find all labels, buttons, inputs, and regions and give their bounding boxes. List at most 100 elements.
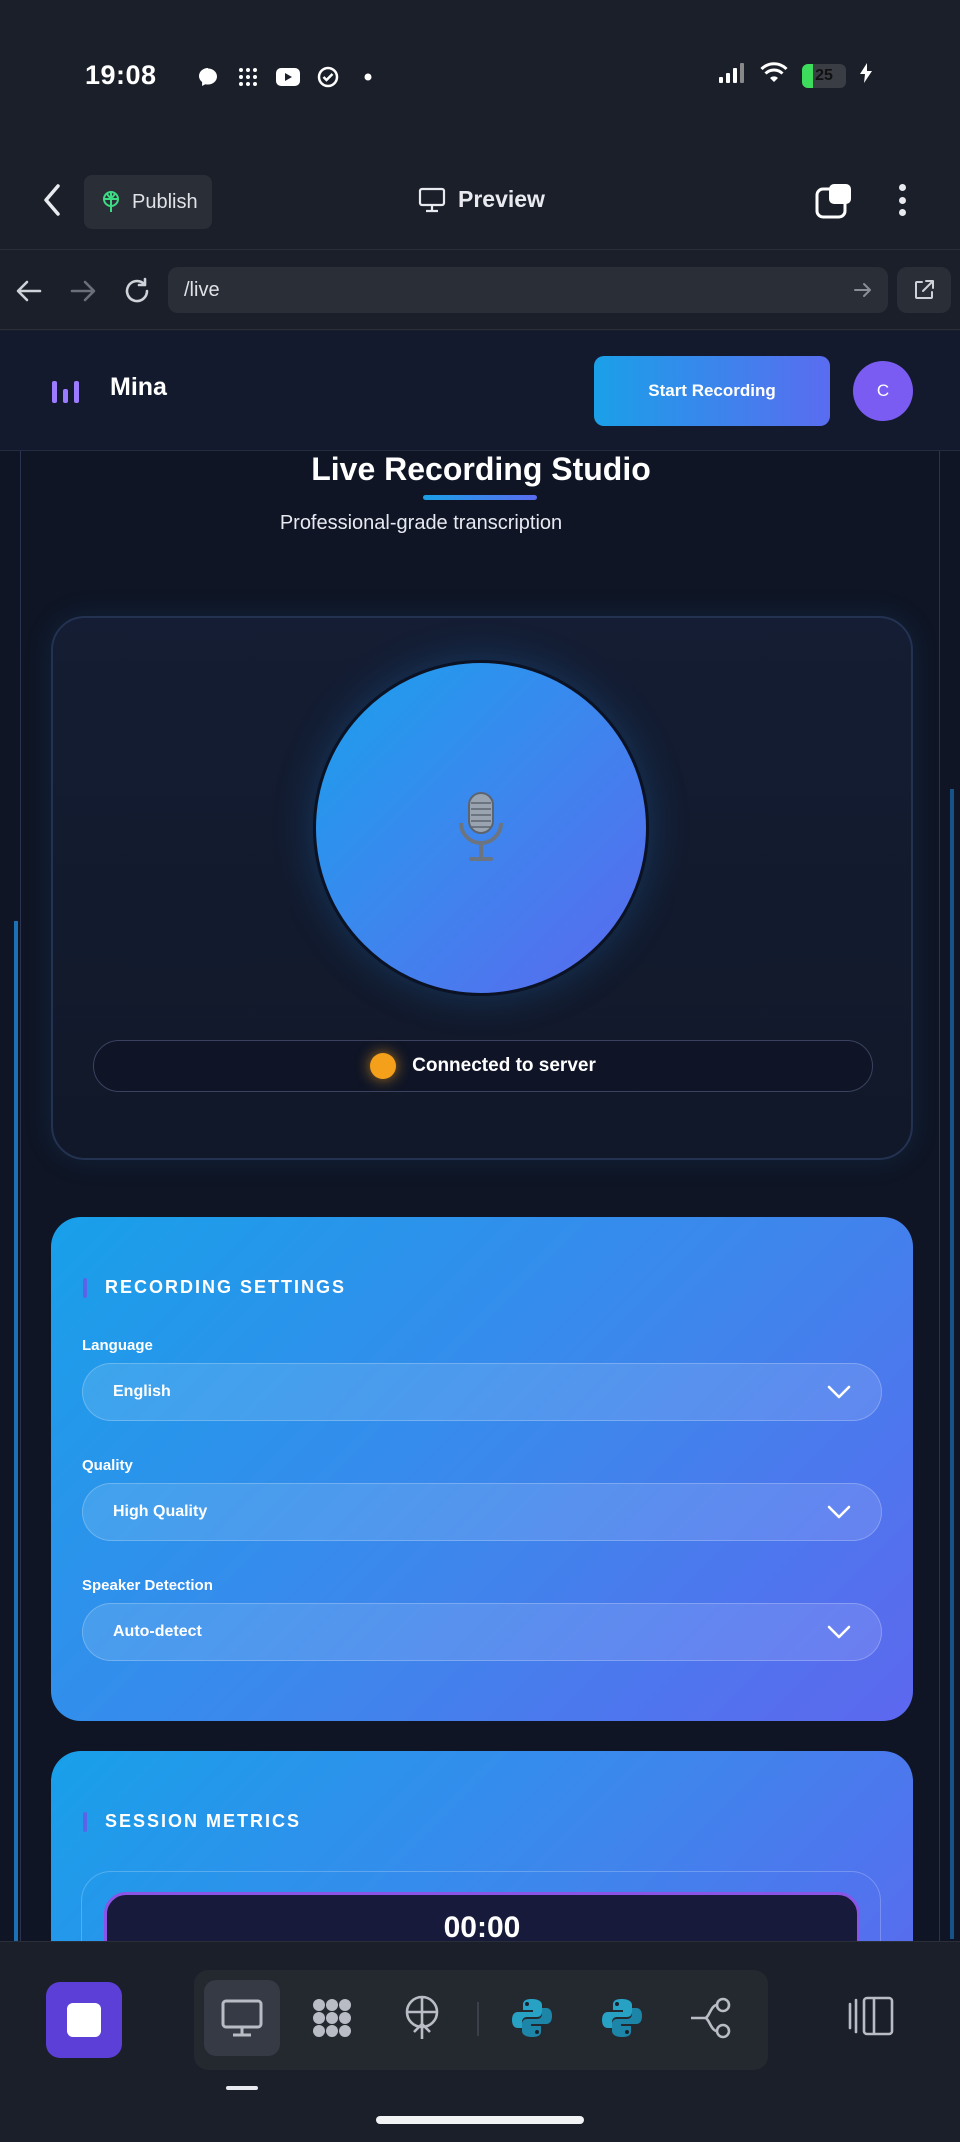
speaker-detection-label: Speaker Detection (82, 1577, 213, 1594)
chevron-left-icon (44, 184, 60, 216)
grid-dots-icon (235, 64, 261, 90)
status-text: Connected to server (412, 1055, 596, 1076)
chevron-down-icon (827, 1625, 851, 1639)
page-title: Live Recording Studio (311, 451, 651, 487)
python-tool-button-2[interactable] (584, 1980, 660, 2056)
python-icon (602, 1999, 642, 2037)
deploy-icon (405, 1995, 439, 2039)
preview-label: Preview (458, 186, 545, 212)
status-dot-icon (370, 1053, 397, 1079)
arrow-left-icon (16, 280, 42, 302)
more-dot-icon (898, 196, 906, 204)
microphone-icon (459, 792, 503, 861)
system-icons: 25 (718, 62, 872, 89)
site-header: Mina Start Recording C (0, 331, 960, 451)
page-accent-line (14, 921, 18, 1941)
monitor-icon (418, 187, 446, 212)
quality-select[interactable]: High Quality (82, 1483, 882, 1541)
dot-icon (355, 64, 381, 90)
clock: 19:08 (85, 60, 157, 90)
record-button[interactable] (313, 660, 649, 996)
speaker-detection-select[interactable]: Auto-detect (82, 1603, 882, 1661)
waveform-logo-icon (52, 377, 84, 403)
settings-heading: RECORDING SETTINGS (83, 1277, 346, 1298)
active-indicator (226, 2086, 258, 2090)
tabs-icon (815, 184, 851, 219)
home-indicator[interactable] (376, 2116, 584, 2124)
grid-cluster-icon (313, 1999, 351, 2037)
go-arrow-icon[interactable] (852, 279, 874, 301)
publish-icon (103, 191, 119, 212)
tool-separator (477, 2002, 479, 2036)
avatar[interactable]: C (853, 361, 913, 421)
browser-url-bar: /live (0, 250, 960, 330)
youtube-icon (275, 64, 301, 90)
heading-marker (83, 1277, 87, 1298)
more-dot-icon (898, 209, 906, 216)
wifi-icon (760, 62, 788, 89)
settings-heading-text: RECORDING SETTINGS (105, 1277, 347, 1297)
publish-button[interactable]: Publish (84, 175, 212, 229)
stop-icon (67, 2003, 101, 2037)
status-bar: 19:08 25 (0, 0, 960, 150)
deploy-tool-button[interactable] (384, 1980, 460, 2056)
recording-settings-card: RECORDING SETTINGS Language English Qual… (51, 1217, 913, 1721)
title-underline (423, 495, 537, 500)
language-select[interactable]: English (82, 1363, 882, 1421)
timer-panel: 00:00 (81, 1871, 881, 1941)
stop-button[interactable] (46, 1982, 122, 2058)
speaker-detection-value: Auto-detect (113, 1623, 202, 1640)
python-tool-button-1[interactable] (494, 1980, 570, 2056)
check-circle-icon (315, 64, 341, 90)
tabs-button[interactable] (815, 183, 853, 219)
start-recording-button[interactable]: Start Recording (594, 356, 830, 426)
language-value: English (113, 1383, 171, 1400)
publish-label: Publish (132, 190, 198, 213)
metrics-heading: SESSION METRICS (83, 1811, 301, 1832)
messenger-icon (195, 64, 221, 90)
session-metrics-card: SESSION METRICS 00:00 (51, 1751, 913, 1941)
reload-icon (125, 277, 149, 303)
signal-icon (718, 62, 746, 89)
heading-marker (83, 1811, 87, 1832)
workflow-tool-button[interactable] (674, 1980, 750, 2056)
web-viewport: Mina Start Recording C Live Recording St… (0, 331, 960, 1941)
connection-status: Connected to server (93, 1040, 873, 1092)
open-external-button[interactable] (897, 267, 951, 313)
page-scrollbar[interactable] (950, 789, 954, 1939)
bottom-dock (0, 1941, 960, 2142)
quality-label: Quality (82, 1457, 133, 1474)
brand-name: Mina (110, 373, 167, 401)
charging-icon (860, 63, 872, 88)
url-input[interactable]: /live (168, 267, 888, 313)
battery-icon: 25 (802, 63, 846, 88)
side-panel-icon (848, 1996, 894, 2036)
grid-cluster-tool-button[interactable] (294, 1980, 370, 2056)
reload-button[interactable] (122, 276, 152, 306)
desktop-tool-button[interactable] (204, 1980, 280, 2056)
browser-back-button[interactable] (14, 276, 44, 306)
desktop-icon (221, 1999, 263, 2037)
chevron-down-icon (827, 1505, 851, 1519)
side-panel-button[interactable] (848, 1994, 896, 2038)
page-subtitle: Professional-grade transcription (279, 512, 563, 534)
notification-icons (195, 64, 381, 90)
url-text: /live (184, 278, 220, 301)
battery-level: 25 (815, 66, 833, 84)
back-button[interactable] (38, 182, 68, 218)
browser-forward-button[interactable] (68, 276, 98, 306)
tool-group (194, 1970, 768, 2070)
arrow-right-icon (70, 280, 96, 302)
language-label: Language (82, 1337, 153, 1354)
more-options-button[interactable] (890, 180, 914, 220)
chevron-down-icon (827, 1385, 851, 1399)
session-timer: 00:00 (104, 1892, 860, 1941)
app-toolbar: Publish Preview (0, 150, 960, 250)
preview-toggle[interactable]: Preview (418, 186, 545, 213)
metrics-heading-text: SESSION METRICS (105, 1811, 302, 1831)
recording-card: Connected to server (51, 616, 913, 1160)
more-dot-icon (898, 184, 906, 191)
python-icon (512, 1999, 552, 2037)
external-link-icon (915, 280, 934, 299)
workflow-icon (691, 1997, 731, 2039)
